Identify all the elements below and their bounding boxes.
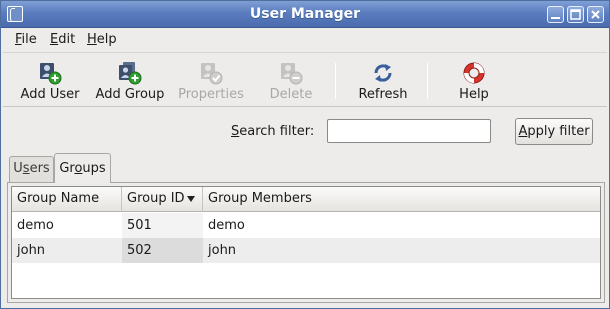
delete-icon <box>281 63 303 85</box>
tab-groups[interactable]: Groups <box>54 153 111 183</box>
lifebuoy-help-icon <box>463 62 485 84</box>
groups-tab-panel: Group Name Group ID Group Members demo 5… <box>7 182 605 303</box>
delete-button[interactable]: Delete <box>265 57 317 105</box>
cell-group-id: 501 <box>122 213 203 238</box>
menu-file[interactable]: File <box>15 32 37 47</box>
cell-group-members: john <box>208 243 237 258</box>
menu-edit[interactable]: Edit <box>50 32 75 47</box>
column-header-group-members[interactable]: Group Members <box>203 187 600 212</box>
add-group-icon <box>119 62 142 85</box>
title-bar[interactable]: User Manager <box>1 1 609 28</box>
close-icon <box>591 10 600 19</box>
help-button[interactable]: Help <box>452 57 496 105</box>
toolbar: Add User Add Group Properties Delete Ref… <box>3 52 607 107</box>
cell-group-members: demo <box>208 218 245 233</box>
table-row[interactable]: john 502 john <box>12 238 600 263</box>
column-header-group-id[interactable]: Group ID <box>122 187 203 212</box>
menu-help[interactable]: Help <box>87 32 117 47</box>
close-button[interactable] <box>587 6 604 23</box>
refresh-button[interactable]: Refresh <box>354 57 412 105</box>
column-header-label: Group ID <box>127 191 185 206</box>
table-row[interactable]: demo 501 demo <box>12 213 600 238</box>
properties-icon <box>201 63 223 85</box>
column-header-group-name[interactable]: Group Name <box>12 187 122 212</box>
add-user-icon <box>40 63 62 85</box>
maximize-icon <box>570 9 581 20</box>
user-manager-window: User Manager File Edit Help Add User Add… <box>0 0 610 309</box>
toolbar-separator <box>335 63 336 99</box>
window-title: User Manager <box>249 6 361 22</box>
groups-list[interactable]: Group Name Group ID Group Members demo 5… <box>11 186 601 299</box>
apply-filter-button[interactable]: Apply filter <box>515 118 593 145</box>
cell-group-name: demo <box>17 218 54 233</box>
toolbar-separator <box>427 63 428 99</box>
add-group-button[interactable]: Add Group <box>94 57 166 105</box>
cell-group-name: john <box>17 243 46 258</box>
tab-users[interactable]: Users <box>9 156 54 182</box>
minimize-button[interactable] <box>547 6 564 23</box>
sort-descending-icon <box>187 196 195 202</box>
cell-group-id: 502 <box>122 238 203 263</box>
refresh-icon <box>374 64 392 82</box>
menu-bar: File Edit Help <box>1 28 609 52</box>
search-filter-label: Search filter: <box>231 124 315 139</box>
properties-button[interactable]: Properties <box>175 57 247 105</box>
minimize-icon <box>551 17 560 19</box>
add-user-button[interactable]: Add User <box>17 57 83 105</box>
list-header: Group Name Group ID Group Members <box>12 187 600 212</box>
search-filter-input[interactable] <box>327 119 491 143</box>
maximize-button[interactable] <box>567 6 584 23</box>
